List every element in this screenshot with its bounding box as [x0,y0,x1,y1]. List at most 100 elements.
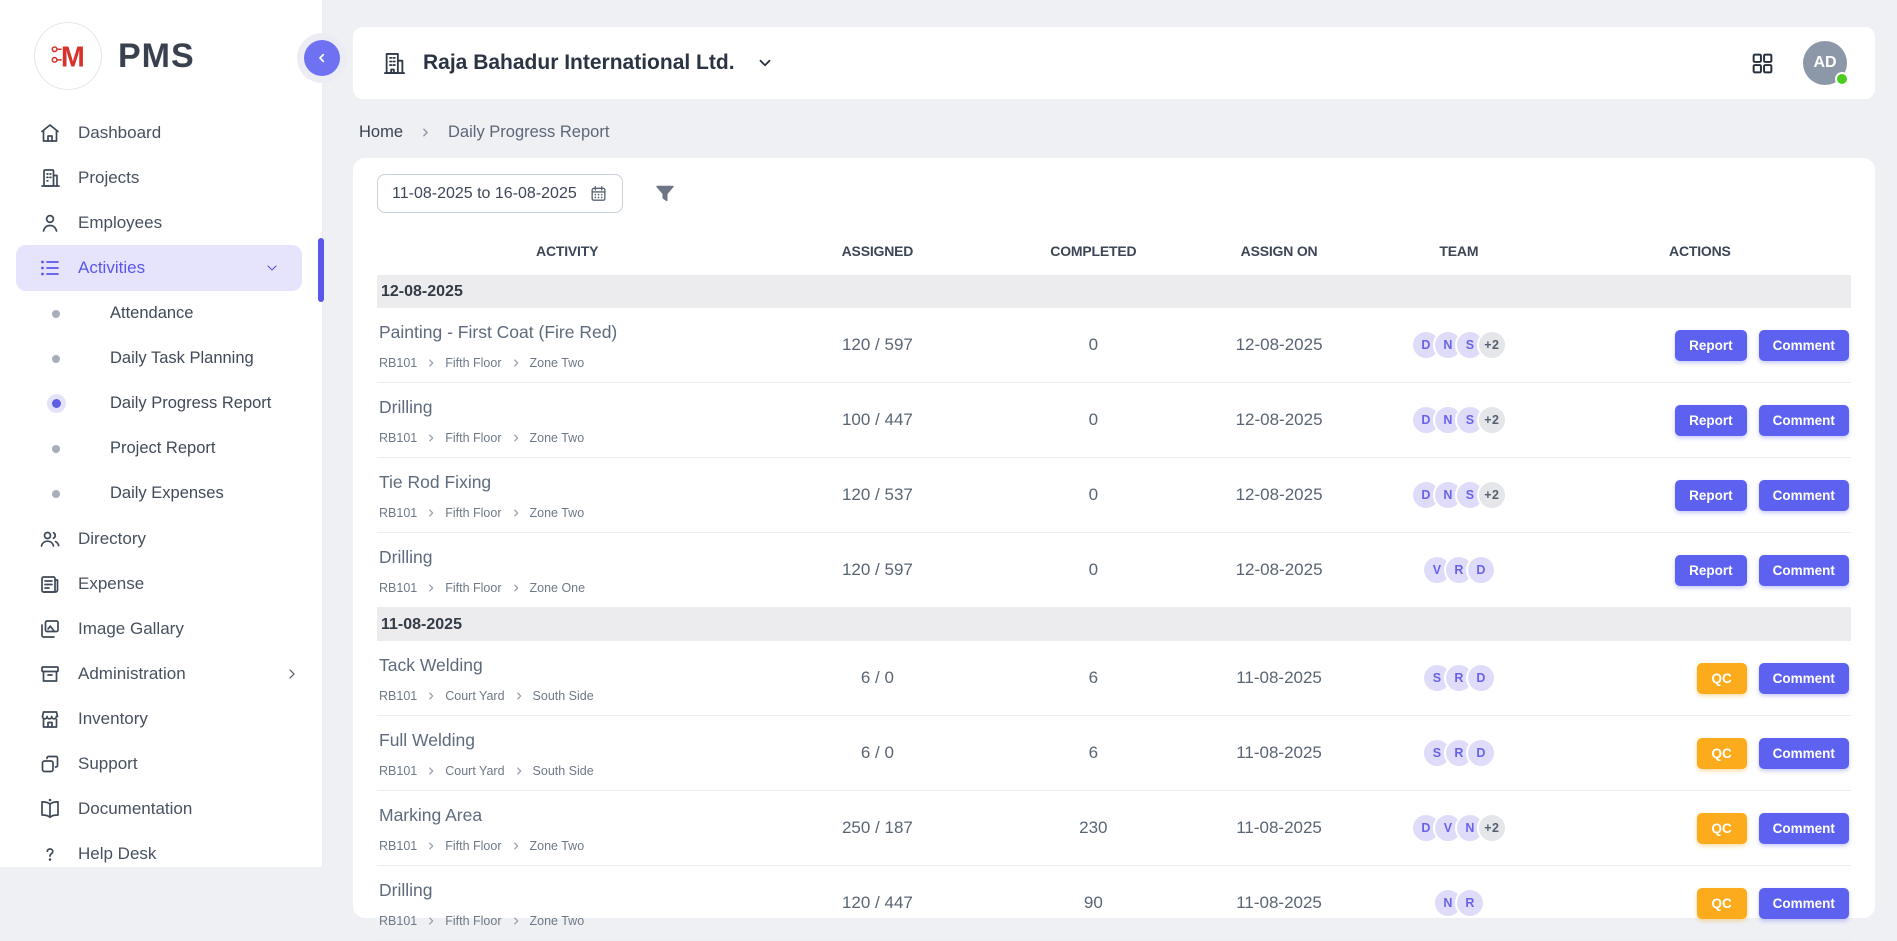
activity-title: Drilling [379,880,757,901]
team-more-badge[interactable]: +2 [1477,330,1507,360]
sidebar-item-daily-progress-report[interactable]: Daily Progress Report [0,381,322,426]
sidebar-item-label: Attendance [110,304,193,323]
user-avatar[interactable]: AD [1803,41,1847,85]
comment-button[interactable]: Comment [1759,888,1849,919]
sidebar-item-directory[interactable]: Directory [0,516,322,561]
sidebar-item-inventory[interactable]: Inventory [0,696,322,741]
breadcrumb: Home Daily Progress Report [359,123,1875,142]
team-more-badge[interactable]: +2 [1477,813,1507,843]
chevron-right-icon [426,508,436,518]
support-icon [38,752,62,776]
activity-path: RB101 Fifth Floor Zone Two [379,839,757,853]
sidebar-collapse-button[interactable] [304,40,340,76]
team-cell: DNS+2 [1369,330,1549,360]
sidebar-item-projects[interactable]: Projects [0,155,322,200]
report-button[interactable]: Report [1675,405,1747,436]
company-selector[interactable]: Raja Bahadur International Ltd. [381,50,774,77]
completed-cell: 6 [998,743,1190,763]
qc-button[interactable]: QC [1697,663,1747,694]
sidebar-item-dashboard[interactable]: Dashboard [0,110,322,155]
activity-title: Drilling [379,397,757,418]
sidebar-item-employees[interactable]: Employees [0,200,322,245]
company-building-icon [381,50,408,77]
sidebar-item-image-gallary[interactable]: Image Gallary [0,606,322,651]
team-more-badge[interactable]: +2 [1477,405,1507,435]
sidebar-item-daily-task-planning[interactable]: Daily Task Planning [0,336,322,381]
sidebar-item-expense[interactable]: Expense [0,561,322,606]
sidebar-item-support[interactable]: Support [0,741,322,786]
sidebar-item-project-report[interactable]: Project Report [0,426,322,471]
sidebar-item-administration[interactable]: Administration [0,651,322,696]
assign-on-cell: 12-08-2025 [1189,560,1369,580]
apps-grid-icon[interactable] [1750,51,1775,76]
comment-button[interactable]: Comment [1759,330,1849,361]
activity-path: RB101Fifth FloorZone Two [379,356,757,370]
breadcrumb-home-link[interactable]: Home [359,123,403,142]
breadcrumb-current: Daily Progress Report [448,123,609,142]
path-segment: Zone Two [530,506,585,520]
qc-button[interactable]: QC [1697,813,1747,844]
actions-cell: Report Comment [1549,480,1851,511]
comment-button[interactable]: Comment [1759,663,1849,694]
bullet-icon [46,490,66,498]
report-button[interactable]: Report [1675,330,1747,361]
comment-button[interactable]: Comment [1759,480,1849,511]
assign-on-cell: 11-08-2025 [1189,668,1369,688]
date-range-input[interactable]: 11-08-2025 to 16-08-2025 [377,174,623,213]
team-avatar[interactable]: D [1466,663,1496,693]
sidebar-item-activities[interactable]: Activities [16,245,302,291]
assigned-cell: 250 / 187 [757,818,997,838]
path-segment: Zone Two [530,839,585,853]
team-avatar[interactable]: D [1466,738,1496,768]
qc-button[interactable]: QC [1697,738,1747,769]
comment-button[interactable]: Comment [1759,405,1849,436]
comment-button[interactable]: Comment [1759,738,1849,769]
sidebar-item-daily-expenses[interactable]: Daily Expenses [0,471,322,516]
sidebar-item-attendance[interactable]: Attendance [0,291,322,336]
team-avatar[interactable]: R [1455,888,1485,918]
sidebar-item-documentation[interactable]: Documentation [0,786,322,831]
svg-text:M: M [61,42,85,74]
online-status-dot [1835,72,1849,86]
filter-funnel-icon[interactable] [653,182,677,206]
team-avatar[interactable]: D [1466,555,1496,585]
team-cell: SRD [1369,663,1549,693]
sidebar-item-help-desk[interactable]: Help Desk [0,831,322,876]
sidebar-item-label: Activities [78,258,145,278]
topbar-right: AD [1750,41,1847,85]
assigned-cell: 100 / 447 [757,410,997,430]
col-assign-on: ASSIGN ON [1189,243,1369,259]
actions-cell: Report Comment [1549,330,1851,361]
completed-cell: 90 [998,893,1190,913]
path-segment: Fifth Floor [445,839,501,853]
path-segment: RB101 [379,506,417,520]
table-row: Marking AreaRB101Fifth FloorZone Two250 … [377,791,1851,866]
activity-cell: Painting - First Coat (Fire Red)RB101Fif… [377,320,757,370]
sidebar-item-label: Directory [78,529,146,549]
table-row: Drilling RB101Fifth FloorZone Two100 / 44… [377,383,1851,458]
chevron-right-icon [511,841,521,851]
bullet-icon [46,355,66,363]
activity-cell: Full WeldingRB101Court YardSouth Side [377,728,757,778]
comment-button[interactable]: Comment [1759,555,1849,586]
sidebar-item-label: Daily Task Planning [110,349,254,368]
chevron-down-icon [756,54,774,72]
building-icon [38,166,62,190]
chevron-right-icon [511,433,521,443]
report-button[interactable]: Report [1675,555,1747,586]
team-more-badge[interactable]: +2 [1477,480,1507,510]
activity-path: RB101Fifth FloorZone Two [379,431,757,445]
comment-button[interactable]: Comment [1759,813,1849,844]
path-segment: RB101 [379,839,417,853]
app-name: PMS [118,37,195,76]
sidebar-item-label: Employees [78,213,162,233]
completed-cell: 0 [998,485,1190,505]
activity-title: Tack Welding [379,655,757,676]
report-button[interactable]: Report [1675,480,1747,511]
path-segment: RB101 [379,356,417,370]
sidebar-item-label: Daily Expenses [110,484,224,503]
qc-button[interactable]: QC [1697,888,1747,919]
activity-cell: Tie Rod FixingRB101Fifth FloorZone Two [377,470,757,520]
activity-cell: Drilling RB101Fifth FloorZone Two [377,395,757,445]
actions-cell: QC Comment [1549,888,1851,919]
